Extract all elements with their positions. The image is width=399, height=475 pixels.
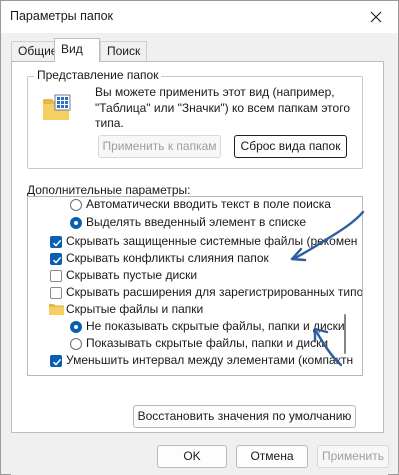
apply-to-folders-button[interactable]: Применить к папкам — [98, 135, 221, 158]
window-title: Параметры папок — [10, 9, 114, 23]
checkbox[interactable] — [50, 236, 62, 248]
radio-button[interactable] — [70, 338, 82, 350]
cancel-button[interactable]: Отмена — [236, 445, 308, 468]
annotation-arrow-icon — [313, 327, 343, 367]
annotation-arrow-icon — [290, 210, 365, 262]
tab-search[interactable]: Поиск — [100, 41, 148, 61]
checkmark-icon — [52, 256, 62, 264]
checkmark-icon — [52, 239, 62, 247]
folder-views-description: Вы можете применить этот вид (например, … — [95, 85, 350, 130]
radio-button[interactable] — [70, 321, 82, 333]
ok-button[interactable]: OK — [157, 445, 227, 468]
checkbox[interactable] — [50, 253, 62, 265]
checkbox[interactable] — [50, 355, 62, 367]
checkbox[interactable] — [50, 287, 62, 299]
folder-views-title: Представление папок — [34, 68, 162, 82]
folder-view-icon — [43, 94, 71, 120]
folder-options-dialog: Параметры папок Общие Вид Поиск Представ… — [0, 0, 399, 475]
radio-button[interactable] — [70, 199, 82, 211]
radio-button[interactable] — [70, 217, 82, 229]
restore-defaults-button[interactable]: Восстановить значения по умолчанию — [133, 405, 356, 428]
title-bar: Параметры папок — [1, 1, 398, 33]
apply-button[interactable]: Применить — [317, 445, 389, 468]
tab-view[interactable]: Вид — [54, 38, 100, 62]
folder-icon — [49, 304, 64, 315]
checkmark-icon — [52, 358, 62, 366]
reset-folders-button[interactable]: Сброс вида папок — [234, 135, 347, 158]
close-button[interactable] — [354, 1, 398, 33]
advanced-settings-label: Дополнительные параметры: — [27, 183, 191, 197]
checkbox[interactable] — [50, 270, 62, 282]
close-icon — [370, 11, 382, 23]
